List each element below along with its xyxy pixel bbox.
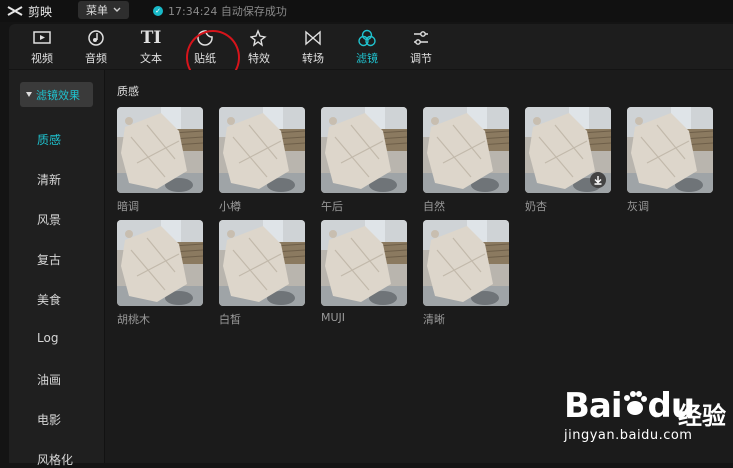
audio-icon <box>86 28 106 48</box>
filter-name: 午后 <box>321 200 343 213</box>
watermark-url: jingyan.baidu.com <box>564 428 693 443</box>
sidebar-item-texture[interactable]: 质感 <box>37 131 61 148</box>
menu-button[interactable]: 菜单 <box>78 1 129 19</box>
tab-label: 转场 <box>302 52 324 65</box>
tab-audio[interactable]: 音频 <box>72 24 120 69</box>
filter-thumbnail[interactable] <box>117 107 203 193</box>
autosave-status: ✓ 17:34:24 自动保存成功 <box>153 2 287 20</box>
category-group-header[interactable]: 滤镜效果 <box>20 82 93 107</box>
filter-card[interactable]: MUJI <box>321 220 407 324</box>
filter-name: 小樽 <box>219 200 241 213</box>
filter-name: 胡桃木 <box>117 313 150 326</box>
chevron-down-icon <box>113 7 121 12</box>
sidebar-item-stylized[interactable]: 风格化 <box>37 451 73 468</box>
category-group-label: 滤镜效果 <box>36 88 80 102</box>
check-icon: ✓ <box>153 6 163 16</box>
tab-label: 调节 <box>410 52 432 65</box>
tab-label: 特效 <box>248 52 270 65</box>
title-bar: 剪映 菜单 ✓ 17:34:24 自动保存成功 <box>0 0 733 22</box>
paw-icon <box>622 386 648 426</box>
filter-thumbnail[interactable] <box>423 220 509 306</box>
app-logo: 剪映 <box>6 2 52 20</box>
filter-card[interactable]: 午后 <box>321 107 407 214</box>
watermark-brand: Bai du <box>564 386 695 426</box>
filter-thumbnail[interactable] <box>627 107 713 193</box>
filter-category-sidebar: 滤镜效果 质感 清新 风景 复古 美食 Log 油画 电影 风格化 <box>9 70 105 467</box>
filter-icon <box>357 28 377 48</box>
sidebar-item-fresh[interactable]: 清新 <box>37 171 61 188</box>
filter-thumbnail[interactable] <box>219 220 305 306</box>
filter-card[interactable]: 胡桃木 <box>117 220 203 327</box>
tab-label: 音频 <box>85 52 107 65</box>
filter-name: 清晰 <box>423 313 445 326</box>
text-icon: TI <box>140 28 162 48</box>
tab-label: 视频 <box>31 52 53 65</box>
watermark-cn: 经验 <box>678 402 726 430</box>
tab-video[interactable]: 视频 <box>18 24 66 69</box>
caret-down-icon <box>26 92 32 97</box>
video-icon <box>32 28 52 48</box>
tab-text[interactable]: TI 文本 <box>127 24 175 69</box>
filter-card[interactable]: 暗调 <box>117 107 203 214</box>
tab-transition[interactable]: 转场 <box>289 24 337 69</box>
filter-name: 灰调 <box>627 200 649 213</box>
tab-filter[interactable]: 滤镜 <box>343 24 391 69</box>
app-name: 剪映 <box>28 4 53 19</box>
tab-label: 文本 <box>140 52 162 65</box>
transition-icon <box>303 28 323 48</box>
download-icon[interactable] <box>590 172 606 188</box>
adjust-icon <box>411 28 431 48</box>
filter-thumbnail[interactable] <box>525 107 611 193</box>
sidebar-item-log[interactable]: Log <box>37 331 58 345</box>
filter-thumbnail[interactable] <box>423 107 509 193</box>
filter-card[interactable]: 白皙 <box>219 220 305 327</box>
filter-name: 奶杏 <box>525 200 547 213</box>
sidebar-item-movie[interactable]: 电影 <box>37 411 61 428</box>
sidebar-item-oil-painting[interactable]: 油画 <box>37 371 61 388</box>
baidu-jingyan-watermark: Bai du 经验 jingyan.baidu.com <box>560 382 733 463</box>
menu-label: 菜单 <box>86 4 108 17</box>
media-toolbar: 视频 音频 TI 文本 贴纸 特效 转场 滤镜 调节 <box>9 24 733 69</box>
filter-name: 自然 <box>423 200 445 213</box>
effects-icon <box>249 28 269 48</box>
filter-thumbnail[interactable] <box>321 220 407 306</box>
section-title: 质感 <box>117 85 139 98</box>
sidebar-item-retro[interactable]: 复古 <box>37 251 61 268</box>
capcut-logo-icon <box>7 6 23 16</box>
sidebar-item-food[interactable]: 美食 <box>37 291 61 308</box>
sidebar-item-scenery[interactable]: 风景 <box>37 211 61 228</box>
filter-name: MUJI <box>321 311 346 324</box>
filter-card[interactable]: 清晰 <box>423 220 509 327</box>
filter-name: 白皙 <box>219 313 241 326</box>
filter-thumbnail[interactable] <box>321 107 407 193</box>
autosave-text: 17:34:24 自动保存成功 <box>168 5 287 18</box>
filter-name: 暗调 <box>117 200 139 213</box>
tab-adjust[interactable]: 调节 <box>397 24 445 69</box>
filter-card[interactable]: 自然 <box>423 107 509 214</box>
filter-card[interactable]: 奶杏 <box>525 107 611 214</box>
tab-effects[interactable]: 特效 <box>235 24 283 69</box>
tab-label: 滤镜 <box>356 52 378 65</box>
filter-card[interactable]: 灰调 <box>627 107 713 214</box>
filter-thumbnail[interactable] <box>219 107 305 193</box>
filter-thumbnail[interactable] <box>117 220 203 306</box>
filter-card[interactable]: 小樽 <box>219 107 305 214</box>
watermark-brand-left: Bai <box>564 386 623 426</box>
